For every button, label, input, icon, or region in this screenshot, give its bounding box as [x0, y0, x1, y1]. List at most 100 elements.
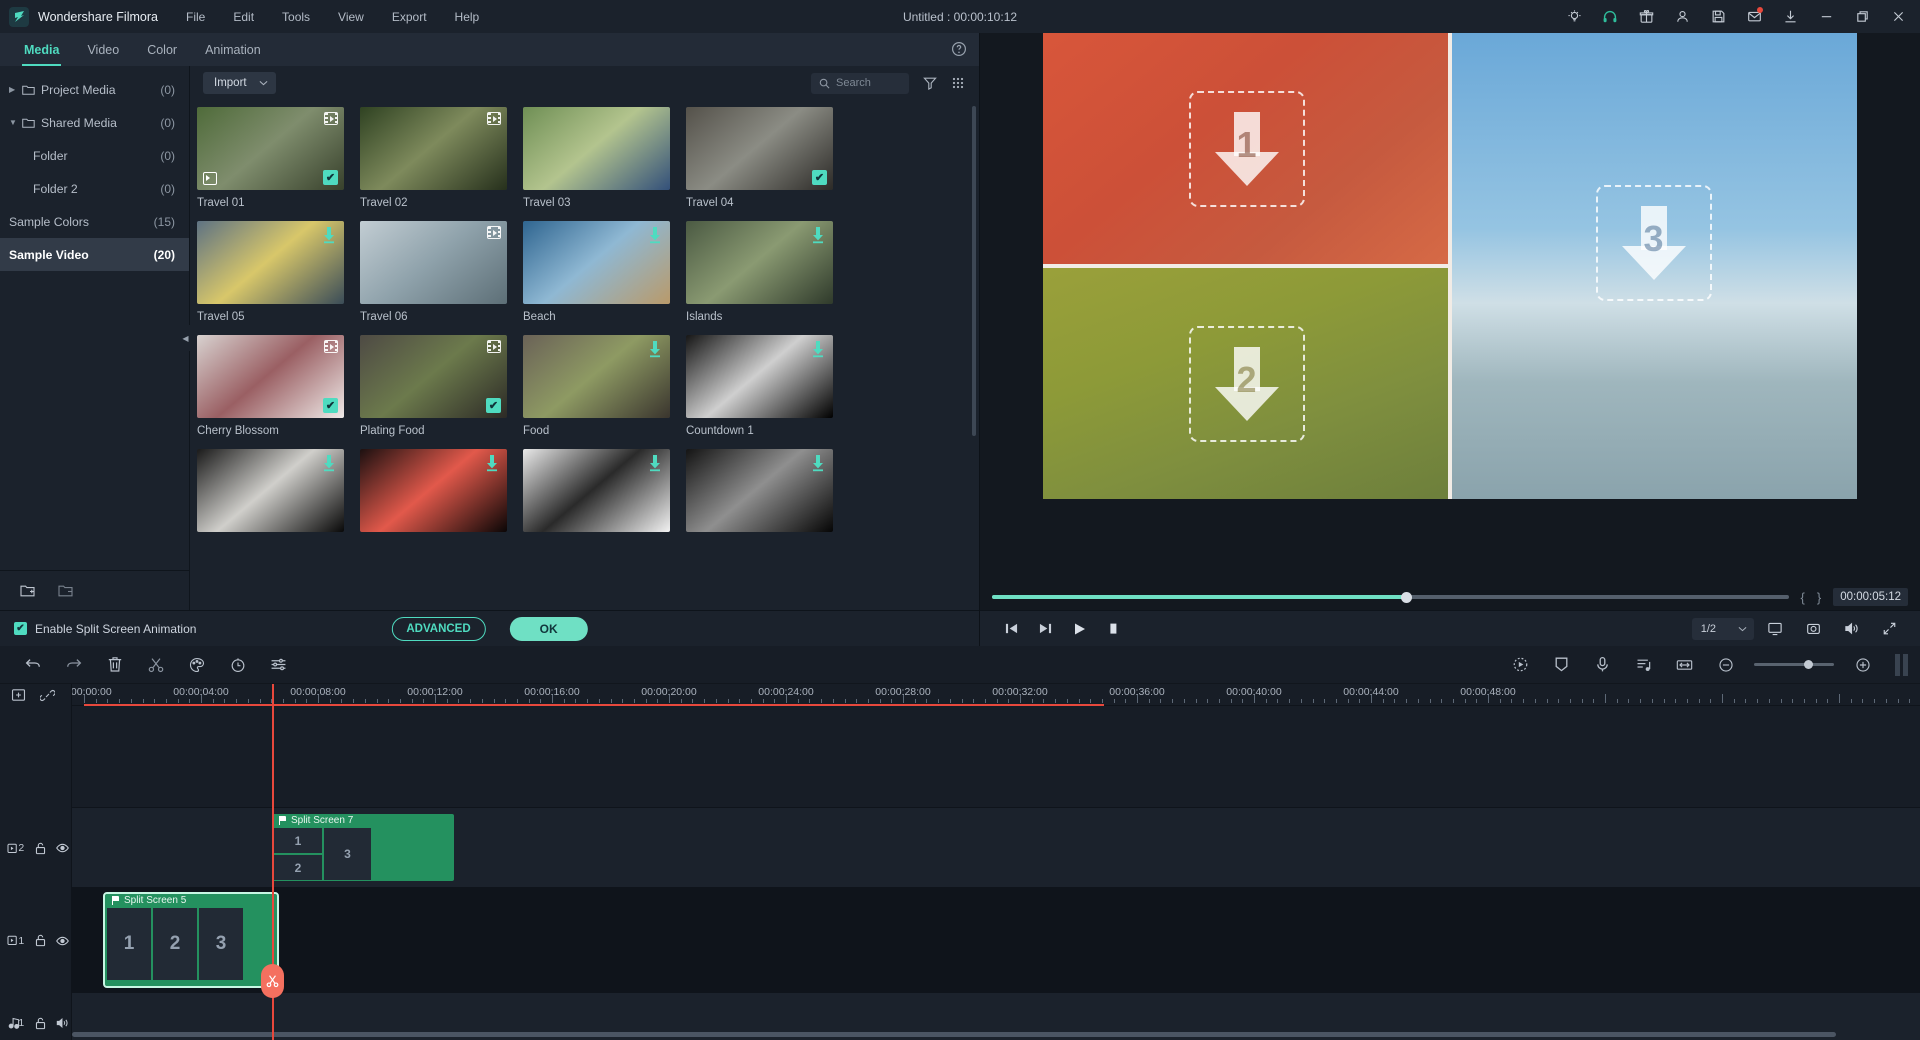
checkbox-checked-icon[interactable]: ✔ [14, 622, 27, 635]
remove-folder-icon[interactable] [58, 584, 74, 598]
tab-color[interactable]: Color [133, 33, 191, 66]
selected-check-icon[interactable]: ✔ [323, 170, 338, 185]
media-thumbnail[interactable]: ✔ [360, 335, 507, 418]
download-icon[interactable] [322, 227, 336, 244]
link-icon[interactable] [40, 689, 55, 702]
dropzone-quadrant-2[interactable]: 2 [1043, 268, 1450, 499]
menu-view[interactable]: View [324, 5, 378, 29]
palette-icon[interactable] [176, 646, 217, 684]
render-preview-icon[interactable] [1500, 646, 1541, 684]
support-headset-icon[interactable] [1592, 0, 1628, 33]
media-item[interactable]: Beach [523, 221, 686, 323]
media-thumbnail[interactable] [360, 221, 507, 304]
timeline-horizontal-scrollbar[interactable] [72, 1032, 1910, 1037]
media-thumbnail[interactable] [197, 449, 344, 532]
media-thumbnail[interactable] [523, 449, 670, 532]
sidebar-item-project-media[interactable]: ▶ Project Media (0) [0, 73, 189, 106]
tips-lightbulb-icon[interactable] [1556, 0, 1592, 33]
media-item[interactable]: ✔ Cherry Blossom [197, 335, 360, 437]
sidebar-item-sample-colors[interactable]: Sample Colors (15) [0, 205, 189, 238]
enable-split-screen-animation-checkbox[interactable]: ✔ Enable Split Screen Animation [14, 622, 196, 636]
download-icon[interactable] [648, 341, 662, 358]
tab-video[interactable]: Video [73, 33, 133, 66]
split-at-playhead-button[interactable] [261, 964, 284, 998]
undo-button[interactable] [12, 646, 53, 684]
media-item[interactable]: ✔ Travel 01 [197, 107, 360, 209]
media-thumbnail[interactable] [360, 449, 507, 532]
expand-icon[interactable] [1872, 612, 1906, 646]
media-item[interactable]: Islands [686, 221, 849, 323]
advanced-button[interactable]: ADVANCED [391, 616, 486, 641]
clip-split-screen-7[interactable]: Split Screen 7 1 2 3 [272, 814, 454, 881]
unlock-icon[interactable] [32, 1017, 49, 1030]
microphone-icon[interactable] [1582, 646, 1623, 684]
selected-check-icon[interactable]: ✔ [812, 170, 827, 185]
media-thumbnail[interactable]: ✔ [197, 107, 344, 190]
grid-view-icon[interactable] [951, 76, 965, 90]
track-header-video-1[interactable]: 1 [0, 888, 71, 993]
plus-circle-icon[interactable] [1842, 646, 1883, 684]
menu-file[interactable]: File [172, 5, 219, 29]
search-input[interactable] [811, 72, 909, 94]
maximize-icon[interactable] [1844, 0, 1880, 33]
minus-circle-icon[interactable] [1705, 646, 1746, 684]
gift-icon[interactable] [1628, 0, 1664, 33]
media-item[interactable]: ✔ Travel 04 [686, 107, 849, 209]
media-grid[interactable]: ✔ Travel 01 Travel 02 Travel 03 ✔ Travel 04 Tr… [190, 100, 979, 610]
menu-export[interactable]: Export [378, 5, 441, 29]
track-header-audio-1[interactable]: 1 [0, 993, 71, 1040]
trash-icon[interactable] [94, 646, 135, 684]
download-icon[interactable] [322, 455, 336, 472]
help-question-icon[interactable] [951, 41, 967, 57]
chevron-right-icon[interactable]: ▶ [9, 85, 22, 94]
media-item[interactable]: ✔ Plating Food [360, 335, 523, 437]
clip-split-screen-5[interactable]: Split Screen 5 1 2 3 [103, 892, 279, 988]
download-icon[interactable] [1772, 0, 1808, 33]
marker-shield-icon[interactable] [1541, 646, 1582, 684]
media-item[interactable] [686, 449, 849, 539]
account-icon[interactable] [1664, 0, 1700, 33]
dropzone-1[interactable]: 1 [1188, 90, 1305, 207]
download-icon[interactable] [648, 227, 662, 244]
media-item[interactable]: Travel 06 [360, 221, 523, 323]
menu-edit[interactable]: Edit [219, 5, 268, 29]
chevron-down-icon[interactable]: ▼ [9, 118, 22, 127]
dropzone-3[interactable]: 3 [1595, 184, 1712, 301]
download-icon[interactable] [811, 341, 825, 358]
camera-icon[interactable] [1796, 612, 1830, 646]
add-track-icon[interactable] [11, 688, 26, 702]
audio-mixer-icon[interactable] [1623, 646, 1664, 684]
sidebar-item-folder[interactable]: Folder (0) [0, 139, 189, 172]
download-icon[interactable] [648, 455, 662, 472]
media-thumbnail[interactable] [523, 335, 670, 418]
media-item[interactable]: Travel 02 [360, 107, 523, 209]
close-icon[interactable] [1880, 0, 1916, 33]
filter-funnel-icon[interactable] [923, 76, 937, 90]
eye-icon[interactable] [54, 843, 71, 853]
track-video-2[interactable]: Split Screen 7 1 2 3 [72, 808, 1920, 888]
preview-progress-track[interactable] [992, 591, 1789, 603]
fit-width-icon[interactable] [1664, 646, 1705, 684]
display-icon[interactable] [1758, 612, 1792, 646]
dropzone-quadrant-3[interactable]: 3 [1448, 33, 1857, 499]
new-folder-icon[interactable] [20, 584, 36, 598]
media-thumbnail[interactable] [360, 107, 507, 190]
save-icon[interactable] [1700, 0, 1736, 33]
collapse-panel-icon[interactable]: ◀ [181, 325, 190, 351]
eye-icon[interactable] [54, 936, 71, 946]
stopwatch-icon[interactable] [217, 646, 258, 684]
preview-stage[interactable]: 1 2 3 [1043, 33, 1857, 499]
download-icon[interactable] [811, 227, 825, 244]
media-thumbnail[interactable]: ✔ [686, 107, 833, 190]
track-video-1[interactable]: Split Screen 5 1 2 3 [72, 888, 1920, 993]
media-item[interactable]: Food [523, 335, 686, 437]
tab-media[interactable]: Media [10, 33, 73, 66]
selected-check-icon[interactable]: ✔ [323, 398, 338, 413]
media-thumbnail[interactable] [686, 449, 833, 532]
tab-animation[interactable]: Animation [191, 33, 275, 66]
play-button[interactable] [1062, 612, 1096, 646]
mark-out-icon[interactable]: } [1817, 590, 1821, 605]
media-item[interactable]: Travel 05 [197, 221, 360, 323]
track-upper-empty[interactable] [72, 706, 1920, 808]
zoom-slider[interactable] [1754, 660, 1834, 669]
